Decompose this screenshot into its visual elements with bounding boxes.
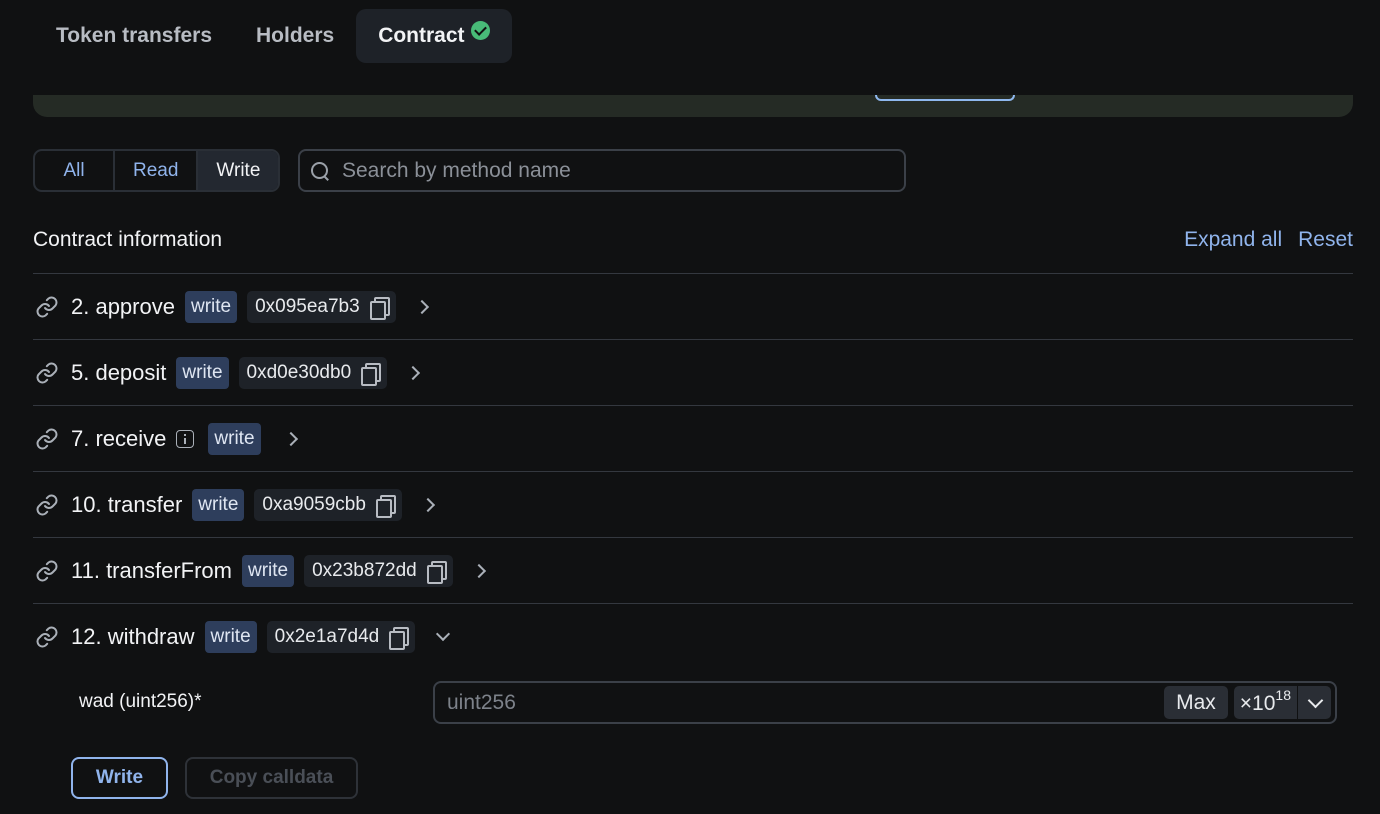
method-signature: 0x095ea7b3 xyxy=(247,290,396,323)
link-icon[interactable] xyxy=(35,295,59,319)
copy-icon[interactable] xyxy=(369,296,390,320)
method-signature: 0x23b872dd xyxy=(304,554,453,587)
multiplier-select[interactable]: ×1018 xyxy=(1233,686,1331,719)
tab-contract-label: Contract xyxy=(378,24,465,47)
filter-write-button[interactable]: Write xyxy=(198,151,279,190)
search-input[interactable] xyxy=(342,158,862,183)
copy-icon[interactable] xyxy=(361,362,382,386)
link-icon[interactable] xyxy=(35,625,59,649)
info-banner xyxy=(33,95,1353,117)
write-badge: write xyxy=(208,422,261,455)
verified-check-icon xyxy=(470,20,490,40)
write-badge: write xyxy=(184,290,238,323)
chevron-down-icon[interactable] xyxy=(1297,686,1331,719)
wad-input[interactable] xyxy=(435,690,1165,715)
chevron-down-icon[interactable] xyxy=(431,626,453,648)
method-filter: All Read Write xyxy=(33,149,281,192)
tab-token-transfers[interactable]: Token transfers xyxy=(34,9,234,63)
copy-icon[interactable] xyxy=(426,560,447,584)
signature-text: 0xd0e30db0 xyxy=(246,361,352,383)
method-signature: 0xa9059cbb xyxy=(254,488,402,521)
write-button[interactable]: Write xyxy=(71,757,168,799)
method-name: 10. transfer xyxy=(71,491,183,517)
link-icon[interactable] xyxy=(35,361,59,385)
method-name: 11. transferFrom xyxy=(71,557,232,583)
filter-read-button[interactable]: Read xyxy=(115,151,199,190)
signature-text: 0x095ea7b3 xyxy=(255,295,360,317)
expand-all-link[interactable]: Expand all xyxy=(1184,228,1282,252)
reset-link[interactable]: Reset xyxy=(1298,228,1353,252)
method-row-approve[interactable]: 2. approve write 0x095ea7b3 xyxy=(33,273,1353,339)
tab-contract[interactable]: Contract xyxy=(356,9,512,63)
method-row-deposit[interactable]: 5. deposit write 0xd0e30db0 xyxy=(33,339,1353,405)
max-button[interactable]: Max xyxy=(1164,686,1228,719)
write-badge: write xyxy=(204,620,257,653)
tab-holders[interactable]: Holders xyxy=(234,9,356,63)
method-name: 7. receive xyxy=(71,425,167,451)
method-search xyxy=(298,149,906,192)
chevron-right-icon[interactable] xyxy=(281,428,303,450)
write-badge: write xyxy=(192,488,245,521)
method-list: 2. approve write 0x095ea7b3 5. deposit w… xyxy=(33,273,1353,669)
multiplier-value: ×1018 xyxy=(1234,687,1297,716)
search-icon xyxy=(310,161,330,181)
method-name: 12. withdraw xyxy=(71,623,195,649)
method-name: 2. approve xyxy=(71,293,175,319)
link-icon[interactable] xyxy=(35,559,59,583)
wad-input-group: Max ×1018 xyxy=(433,681,1337,724)
tab-bar: Token transfers Holders Contract xyxy=(34,9,512,63)
method-signature: 0x2e1a7d4d xyxy=(266,620,416,653)
copy-calldata-button[interactable]: Copy calldata xyxy=(185,757,358,799)
filter-all-button[interactable]: All xyxy=(35,151,115,190)
chevron-right-icon[interactable] xyxy=(412,296,434,318)
method-row-withdraw[interactable]: 12. withdraw write 0x2e1a7d4d xyxy=(33,603,1353,669)
param-label: wad (uint256)* xyxy=(79,691,202,712)
signature-text: 0x2e1a7d4d xyxy=(274,625,380,647)
info-icon[interactable] xyxy=(176,429,195,448)
method-signature: 0xd0e30db0 xyxy=(238,356,388,389)
link-icon[interactable] xyxy=(35,427,59,451)
chevron-right-icon[interactable] xyxy=(418,494,440,516)
method-row-transferfrom[interactable]: 11. transferFrom write 0x23b872dd xyxy=(33,537,1353,603)
signature-text: 0x23b872dd xyxy=(312,559,417,581)
section-actions: Expand all Reset xyxy=(1184,228,1353,252)
method-name: 5. deposit xyxy=(71,359,167,385)
multiplier-base: ×10 xyxy=(1239,692,1276,715)
method-row-transfer[interactable]: 10. transfer write 0xa9059cbb xyxy=(33,471,1353,537)
link-icon[interactable] xyxy=(35,493,59,517)
chevron-right-icon[interactable] xyxy=(469,560,491,582)
copy-icon[interactable] xyxy=(375,494,396,518)
banner-button[interactable] xyxy=(875,95,1015,101)
signature-text: 0xa9059cbb xyxy=(262,493,366,515)
section-title: Contract information xyxy=(33,228,223,251)
write-badge: write xyxy=(241,554,295,587)
method-row-receive[interactable]: 7. receive write xyxy=(33,405,1353,471)
write-badge: write xyxy=(176,356,229,389)
chevron-right-icon[interactable] xyxy=(403,362,425,384)
multiplier-exponent: 18 xyxy=(1275,687,1291,703)
copy-icon[interactable] xyxy=(389,626,410,650)
